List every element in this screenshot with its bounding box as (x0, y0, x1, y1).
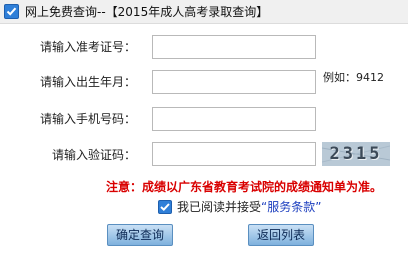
query-button[interactable]: 确定查询 (107, 224, 173, 246)
page-title: 网上免费查询--【2015年成人高考录取查询】 (25, 5, 269, 19)
notice-text: 注意：成绩以广东省教育考试院的成绩通知单为准。 (106, 180, 383, 194)
checkmark-icon (160, 203, 170, 212)
page-header: 网上免费查询--【2015年成人高考录取查询】 (0, 0, 408, 24)
captcha-input[interactable] (152, 142, 316, 166)
captcha-text: 2315 (329, 144, 383, 164)
back-to-list-button[interactable]: 返回列表 (248, 224, 314, 246)
phone-label: 请输入手机号码： (39, 112, 136, 126)
birth-date-hint: 例如：9412 (323, 71, 384, 84)
phone-input[interactable] (152, 107, 316, 131)
captcha-label: 请输入验证码： (51, 148, 136, 162)
birth-date-input[interactable] (152, 70, 316, 94)
agreement-text: 我已阅读并接受“服务条款” (177, 199, 321, 215)
birth-date-label: 请输入出生年月： (39, 75, 136, 89)
agreement-prefix: 我已阅读并接受 (177, 200, 262, 214)
exam-number-input[interactable] (152, 35, 316, 59)
agree-checkbox[interactable] (158, 200, 172, 214)
exam-number-label: 请输入准考证号： (39, 40, 136, 54)
terms-link[interactable]: “服务条款” (261, 200, 321, 214)
checkmark-icon (4, 4, 19, 19)
captcha-image[interactable]: 2315 (322, 142, 390, 166)
